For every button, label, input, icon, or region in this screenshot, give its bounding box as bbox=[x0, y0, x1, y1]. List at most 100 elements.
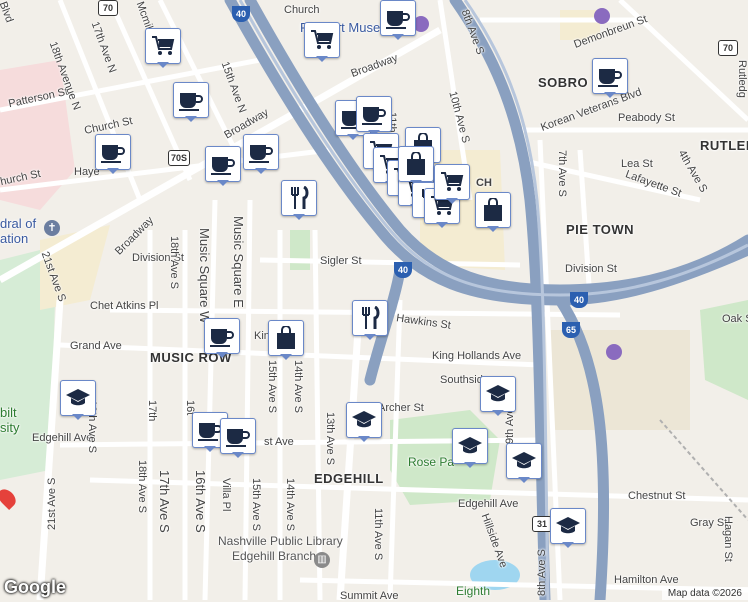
road-label-21st-ave-s-south: 21st Ave S bbox=[46, 477, 58, 530]
marker-restaurant-3[interactable] bbox=[352, 300, 388, 340]
marker-bag-3[interactable] bbox=[398, 146, 434, 186]
road-label-15th-ave-s: 15th Ave S bbox=[266, 360, 278, 414]
marker-pointer bbox=[487, 226, 499, 232]
marker-coffee-5[interactable] bbox=[205, 146, 241, 186]
road-label-hagan-st: Hagan St bbox=[722, 516, 734, 562]
road-label-st-ave: st Ave bbox=[264, 436, 294, 448]
shopping-bag-icon bbox=[398, 146, 434, 182]
shield-number: 70 bbox=[102, 3, 113, 13]
road-label-18th-ave-s-south: 18th Ave S bbox=[136, 460, 148, 514]
poi-label-library-line2[interactable]: Edgehill Branch bbox=[232, 549, 316, 563]
road-label-18th-ave-s: 18th Ave S bbox=[168, 236, 180, 290]
marker-pointer bbox=[446, 198, 458, 204]
marker-pointer bbox=[72, 414, 84, 420]
road-label-lea-st: Lea St bbox=[621, 158, 653, 170]
marker-pointer bbox=[185, 116, 197, 122]
shopping-cart-icon bbox=[145, 28, 181, 64]
graduation-cap-icon bbox=[506, 443, 542, 479]
road-label-oak-st: Oak St bbox=[722, 313, 748, 325]
neighborhood-edgehill: EDGEHILL bbox=[314, 471, 384, 486]
church-icon[interactable]: ✝ bbox=[44, 220, 60, 236]
road-label-edgehill-ave-west: Edgehill Ave bbox=[32, 432, 93, 444]
road-label-13th-ave-s: 13th Ave S bbox=[324, 412, 336, 466]
marker-school-1[interactable] bbox=[60, 380, 96, 420]
coffee-cup-icon bbox=[95, 134, 131, 170]
park-area bbox=[290, 230, 310, 270]
industrial-area bbox=[550, 330, 690, 430]
marker-school-2[interactable] bbox=[480, 376, 516, 416]
marker-pointer bbox=[392, 34, 404, 40]
coffee-cup-icon bbox=[380, 0, 416, 36]
poi-label-vanderbilt-line1[interactable]: bilt bbox=[0, 405, 17, 420]
marker-pointer bbox=[107, 168, 119, 174]
shield-number: 40 bbox=[397, 265, 408, 275]
library-icon[interactable]: ▥ bbox=[314, 552, 330, 568]
marker-bag-4[interactable] bbox=[475, 192, 511, 232]
marker-pointer bbox=[492, 410, 504, 416]
marker-shopping-8[interactable] bbox=[434, 164, 470, 204]
marker-coffee-1[interactable] bbox=[173, 82, 209, 122]
coffee-cup-icon bbox=[243, 134, 279, 170]
marker-shopping-2[interactable] bbox=[304, 22, 340, 62]
coffee-cup-icon bbox=[204, 318, 240, 354]
interstate-40-shield: 40 bbox=[232, 6, 250, 22]
shield-number: 40 bbox=[573, 295, 584, 305]
marker-bag-1[interactable] bbox=[268, 320, 304, 360]
road-label-music-square-w: Music Square W bbox=[197, 228, 212, 324]
google-logo: Google bbox=[4, 577, 66, 597]
shopping-bag-icon bbox=[268, 320, 304, 356]
marker-coffee-11[interactable] bbox=[220, 418, 256, 458]
road-label-chet-atkins-pl: Chet Atkins Pl bbox=[90, 300, 159, 312]
marker-coffee-9[interactable] bbox=[204, 318, 240, 358]
marker-school-6[interactable] bbox=[550, 508, 586, 548]
restaurant-icon bbox=[281, 180, 317, 216]
graduation-cap-icon bbox=[452, 428, 488, 464]
marker-pointer bbox=[280, 354, 292, 360]
museum-icon[interactable] bbox=[606, 344, 622, 360]
marker-coffee-4[interactable] bbox=[95, 134, 131, 174]
road-label-grand-ave: Grand Ave bbox=[70, 340, 122, 352]
road-label-archer-st: Archer St bbox=[378, 402, 424, 414]
museum-icon[interactable] bbox=[594, 8, 610, 24]
road-label-17th: 17th bbox=[146, 400, 158, 422]
poi-label-vanderbilt-line2[interactable]: sity bbox=[0, 420, 20, 435]
us-31-shield: 31 bbox=[532, 516, 552, 532]
us-70s-shield: 70S bbox=[168, 150, 190, 166]
marker-coffee-6[interactable] bbox=[243, 134, 279, 174]
road-label-villa-pl: Villa Pl bbox=[220, 478, 232, 512]
road-label-sigler-st: Sigler St bbox=[320, 255, 362, 267]
poi-label-cathedral-line1[interactable]: dral of bbox=[0, 216, 36, 231]
marker-pointer bbox=[232, 452, 244, 458]
road-label-hamilton-ave: Hamilton Ave bbox=[614, 574, 679, 586]
shield-number: 40 bbox=[235, 9, 246, 19]
marker-pointer bbox=[255, 168, 267, 174]
marker-school-4[interactable] bbox=[452, 428, 488, 468]
road-label-peabody-st: Peabody St bbox=[618, 112, 675, 124]
marker-school-5[interactable] bbox=[506, 443, 542, 483]
shield-number: 31 bbox=[536, 519, 547, 529]
graduation-cap-icon bbox=[550, 508, 586, 544]
marker-shopping-1[interactable] bbox=[145, 28, 181, 68]
road-label-15th-ave-s-low: 15th Ave S bbox=[250, 478, 262, 532]
road-label-church: Church bbox=[284, 4, 320, 16]
coffee-cup-icon bbox=[220, 418, 256, 454]
shield-number: 65 bbox=[565, 325, 576, 335]
marker-pointer bbox=[157, 62, 169, 68]
marker-restaurant-1[interactable] bbox=[281, 180, 317, 220]
marker-coffee-8[interactable] bbox=[356, 96, 392, 136]
road-label-17th-ave-s: 17th Ave S bbox=[157, 470, 172, 533]
marker-pointer bbox=[217, 180, 229, 186]
map-attribution[interactable]: Map data ©2026 bbox=[661, 587, 748, 600]
us-70-shield: 70 bbox=[718, 40, 738, 56]
marker-coffee-3[interactable] bbox=[592, 58, 628, 98]
park-label-eighth[interactable]: Eighth bbox=[456, 584, 490, 598]
graduation-cap-icon bbox=[480, 376, 516, 412]
poi-label-library-line1[interactable]: Nashville Public Library bbox=[218, 534, 343, 548]
marker-school-3[interactable] bbox=[346, 402, 382, 442]
road-label-16th-ave-s: 16th Ave S bbox=[193, 470, 208, 533]
poi-label-cathedral-line2[interactable]: ation bbox=[0, 231, 28, 246]
marker-coffee-2[interactable] bbox=[380, 0, 416, 40]
road-label-8th-ave-s-south: 8th Ave S bbox=[536, 549, 548, 596]
graduation-cap-icon bbox=[60, 380, 96, 416]
park-label-rose-park[interactable]: Rose Pa bbox=[408, 455, 454, 469]
